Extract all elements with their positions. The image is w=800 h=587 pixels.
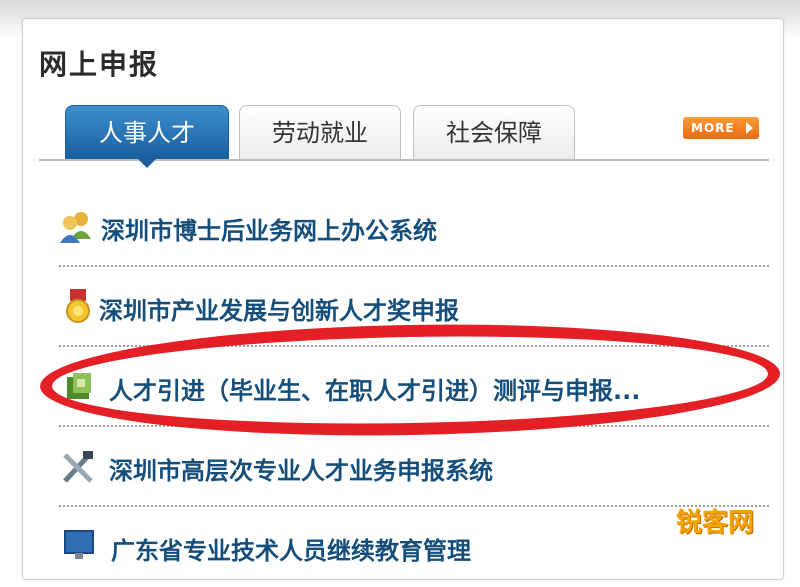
- link-talent-introduction[interactable]: 人才引进（毕业生、在职人才引进）测评与申报...: [109, 371, 640, 406]
- tab-social-security[interactable]: 社会保障: [413, 105, 575, 159]
- list-item: 深圳市产业发展与创新人才奖申报: [39, 269, 769, 347]
- more-button[interactable]: MORE: [683, 117, 759, 139]
- tab-personnel-talent[interactable]: 人事人才: [65, 105, 229, 168]
- list-item: 深圳市高层次专业人才业务申报系统: [39, 429, 769, 507]
- dotted-divider: [59, 425, 769, 427]
- arrow-right-icon: [746, 122, 753, 134]
- tools-icon: [61, 449, 95, 485]
- link-industry-talent-award[interactable]: 深圳市产业发展与创新人才奖申报: [99, 291, 459, 326]
- link-high-level-talent-system[interactable]: 深圳市高层次专业人才业务申报系统: [109, 451, 493, 486]
- online-declaration-panel: 网上申报 人事人才 劳动就业 社会保障 MORE 深圳市博士后业务网上办公系统 …: [22, 18, 784, 580]
- tab-bar: 人事人才 劳动就业 社会保障 MORE: [39, 105, 784, 168]
- list-item: 人才引进（毕业生、在职人才引进）测评与申报...: [39, 349, 769, 427]
- monitor-icon: [63, 529, 97, 565]
- more-label: MORE: [691, 121, 735, 135]
- panel-title: 网上申报: [39, 48, 160, 81]
- people-group-icon: [59, 209, 93, 245]
- tab-labor-employment[interactable]: 劳动就业: [239, 105, 401, 159]
- watermark-logo: 锐客网: [676, 508, 755, 538]
- link-postdoc-office-system[interactable]: 深圳市博士后业务网上办公系统: [101, 211, 437, 246]
- link-continuing-education[interactable]: 广东省专业技术人员继续教育管理: [111, 531, 471, 566]
- medal-icon: [61, 289, 95, 325]
- list-item: 深圳市博士后业务网上办公系统: [39, 189, 769, 267]
- dotted-divider: [59, 265, 769, 267]
- page-background: 网上申报 人事人才 劳动就业 社会保障 MORE 深圳市博士后业务网上办公系统 …: [0, 0, 800, 580]
- list-item: 广东省专业技术人员继续教育管理: [39, 509, 769, 587]
- green-leaf-icon: [63, 369, 97, 405]
- dotted-divider: [59, 345, 769, 347]
- dotted-divider: [59, 505, 769, 507]
